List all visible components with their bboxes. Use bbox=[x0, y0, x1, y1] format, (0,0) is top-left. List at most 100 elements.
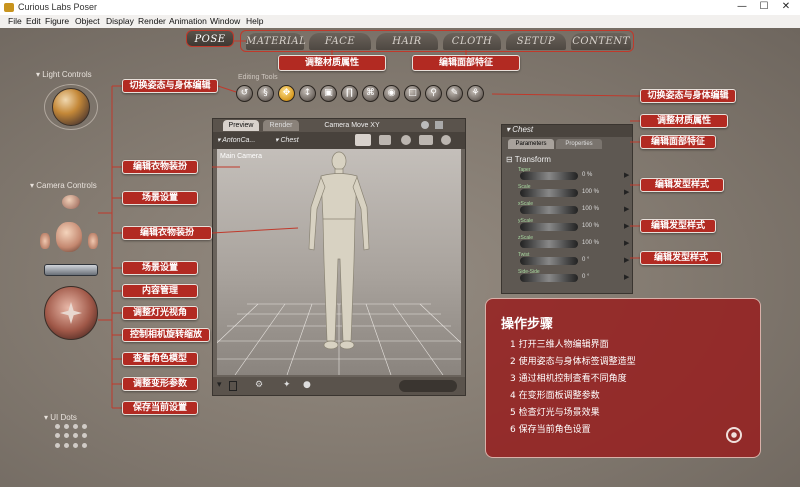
view-magnifier-icon[interactable]: ⚲ bbox=[425, 85, 442, 102]
head-camera-icon[interactable] bbox=[56, 222, 82, 252]
morphing-tool-icon[interactable]: ✎ bbox=[446, 85, 463, 102]
scale-tool-icon[interactable]: ▣ bbox=[320, 85, 337, 102]
param-row[interactable]: zScale 100 % ▶ bbox=[502, 235, 632, 252]
param-row[interactable]: Side-Side 0 ° ▶ bbox=[502, 269, 632, 286]
param-dial[interactable] bbox=[520, 274, 578, 282]
3d-viewport[interactable]: Main Camera bbox=[217, 149, 461, 375]
tab-render[interactable]: Render bbox=[263, 120, 299, 131]
tab-parameters[interactable]: Parameters bbox=[508, 139, 554, 149]
ui-dot[interactable] bbox=[82, 424, 87, 429]
minimize-button[interactable]: — bbox=[735, 1, 749, 13]
gear-icon[interactable]: ⚙ bbox=[255, 380, 263, 390]
twist-tool-icon[interactable]: § bbox=[257, 85, 274, 102]
tab-cloth[interactable]: CLOTH bbox=[443, 33, 501, 50]
ui-dots-heading[interactable]: ▾ UI Dots bbox=[44, 413, 77, 422]
ui-dot[interactable] bbox=[55, 442, 60, 448]
param-value[interactable]: 100 % bbox=[582, 223, 599, 229]
bottom-menu-arrow-icon[interactable]: ▾ bbox=[217, 380, 222, 390]
face-camera-icon[interactable] bbox=[62, 195, 80, 209]
ui-dot[interactable] bbox=[64, 433, 69, 439]
param-menu-arrow-icon[interactable]: ▶ bbox=[624, 256, 629, 264]
param-menu-arrow-icon[interactable]: ▶ bbox=[624, 273, 629, 281]
left-hand-camera-icon[interactable] bbox=[40, 233, 50, 249]
light-icon[interactable]: ✦ bbox=[283, 380, 291, 390]
ui-dot[interactable] bbox=[73, 433, 78, 439]
param-row[interactable]: Taper 0 % ▶ bbox=[502, 167, 632, 184]
light-controls-heading[interactable]: ▾ Light Controls bbox=[36, 70, 92, 79]
ui-dot[interactable] bbox=[64, 442, 69, 448]
tab-pose[interactable]: POSE bbox=[186, 30, 234, 47]
tab-preview[interactable]: Preview bbox=[223, 120, 259, 131]
right-hand-camera-icon[interactable] bbox=[88, 233, 98, 249]
translate-tool-icon[interactable]: ✥ bbox=[278, 85, 295, 102]
tray-icon[interactable] bbox=[355, 134, 371, 146]
menu-animation[interactable]: Animation bbox=[169, 16, 207, 26]
menu-help[interactable]: Help bbox=[246, 16, 263, 26]
param-value[interactable]: 0 ° bbox=[582, 257, 589, 263]
window-size-icon[interactable] bbox=[435, 121, 443, 129]
grouping-tool-icon[interactable]: □ bbox=[404, 85, 421, 102]
menu-figure[interactable]: Figure bbox=[45, 16, 69, 26]
ui-dot[interactable] bbox=[64, 424, 69, 429]
transform-group[interactable]: ⊟ Transform bbox=[506, 155, 551, 164]
ui-dot[interactable] bbox=[55, 433, 60, 439]
tab-face[interactable]: FACE bbox=[309, 33, 371, 50]
param-row[interactable]: Twist 0 ° ▶ bbox=[502, 252, 632, 269]
param-menu-arrow-icon[interactable]: ▶ bbox=[624, 222, 629, 230]
camera-move-xyz-control[interactable] bbox=[44, 264, 98, 276]
tab-material[interactable]: MATERIAL bbox=[246, 33, 306, 50]
direct-manipulation-icon[interactable]: ⚘ bbox=[467, 85, 484, 102]
menu-window[interactable]: Window bbox=[210, 16, 240, 26]
menu-object[interactable]: Object bbox=[75, 16, 100, 26]
param-value[interactable]: 100 % bbox=[582, 240, 599, 246]
param-row[interactable]: yScale 100 % ▶ bbox=[502, 218, 632, 235]
menu-display[interactable]: Display bbox=[106, 16, 134, 26]
param-dial[interactable] bbox=[520, 240, 578, 248]
ui-dot[interactable] bbox=[82, 442, 87, 448]
param-dial[interactable] bbox=[520, 257, 578, 265]
tab-properties[interactable]: Properties bbox=[556, 139, 602, 149]
taper-tool-icon[interactable]: ∏ bbox=[341, 85, 358, 102]
render-icon[interactable] bbox=[441, 135, 451, 145]
param-menu-arrow-icon[interactable]: ▶ bbox=[624, 171, 629, 179]
param-row[interactable]: Scale 100 % ▶ bbox=[502, 184, 632, 201]
camera-icon[interactable] bbox=[421, 121, 429, 129]
menu-edit[interactable]: Edit bbox=[26, 16, 41, 26]
chain-break-tool-icon[interactable]: ⌘ bbox=[362, 85, 379, 102]
human-figure[interactable] bbox=[217, 149, 461, 375]
param-dial[interactable] bbox=[520, 189, 578, 197]
tab-hair[interactable]: HAIR bbox=[376, 33, 438, 50]
lighting-icon[interactable] bbox=[401, 135, 411, 145]
figure-select[interactable]: ▾ AntonCa... bbox=[217, 136, 255, 144]
color-tool-icon[interactable]: ◉ bbox=[383, 85, 400, 102]
param-value[interactable]: 0 ° bbox=[582, 274, 589, 280]
translate-in-out-tool-icon[interactable]: ↕ bbox=[299, 85, 316, 102]
ui-dot[interactable] bbox=[55, 424, 60, 429]
menu-file[interactable]: File bbox=[8, 16, 22, 26]
bulb-icon[interactable]: ● bbox=[303, 380, 311, 390]
ui-dot[interactable] bbox=[73, 442, 78, 448]
param-menu-arrow-icon[interactable]: ▶ bbox=[624, 239, 629, 247]
camera-controls-heading[interactable]: ▾ Camera Controls bbox=[30, 181, 97, 190]
maximize-button[interactable]: ☐ bbox=[757, 1, 771, 13]
param-dial[interactable] bbox=[520, 223, 578, 231]
actor-select[interactable]: ▾ Chest bbox=[275, 136, 299, 144]
target-icon[interactable] bbox=[726, 427, 742, 443]
tab-content[interactable]: CONTENT bbox=[571, 33, 631, 50]
param-value[interactable]: 0 % bbox=[582, 172, 592, 178]
param-value[interactable]: 100 % bbox=[582, 189, 599, 195]
shading-icon[interactable] bbox=[419, 135, 433, 145]
param-value[interactable]: 100 % bbox=[582, 206, 599, 212]
close-button[interactable]: ✕ bbox=[779, 1, 793, 13]
rotate-tool-icon[interactable]: ↺ bbox=[236, 85, 253, 102]
param-row[interactable]: xScale 100 % ▶ bbox=[502, 201, 632, 218]
menu-render[interactable]: Render bbox=[138, 16, 166, 26]
document-icon[interactable] bbox=[229, 381, 237, 391]
ui-dots-grid[interactable] bbox=[55, 424, 87, 450]
param-menu-arrow-icon[interactable]: ▶ bbox=[624, 205, 629, 213]
param-menu-arrow-icon[interactable]: ▶ bbox=[624, 188, 629, 196]
tab-setup[interactable]: SETUP bbox=[506, 33, 566, 50]
ui-dot[interactable] bbox=[73, 424, 78, 429]
param-dial[interactable] bbox=[520, 172, 578, 180]
display-style-icon[interactable] bbox=[379, 135, 391, 145]
